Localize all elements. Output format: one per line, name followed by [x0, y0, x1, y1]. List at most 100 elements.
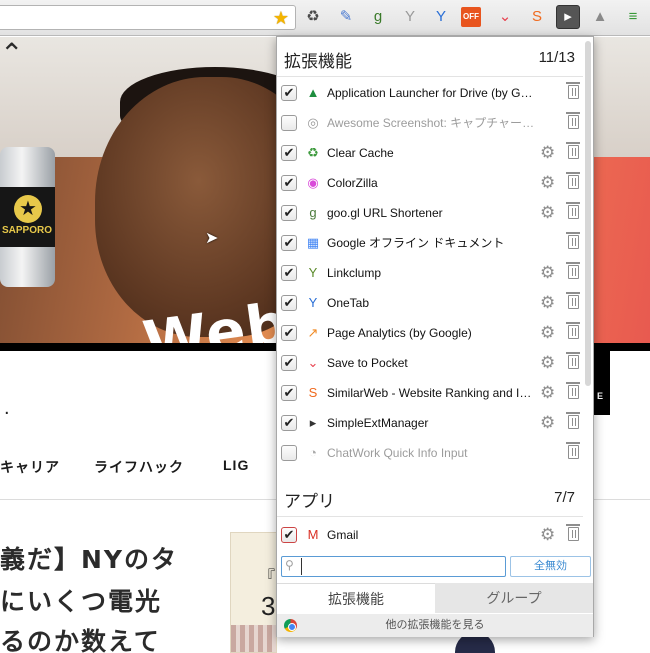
address-bar[interactable]: ★ — [0, 5, 296, 30]
thumbnail-number: 3 — [261, 591, 276, 621]
enable-checkbox[interactable]: ✔ — [281, 205, 297, 221]
extension-row[interactable]: ✔ ◎ Awesome Screenshot: キャプチャー & 注釈 — [277, 108, 583, 138]
bullet-dot: . — [4, 397, 10, 419]
extension-icon: ◉ — [307, 175, 319, 190]
extension-row[interactable]: ✔ g goo.gl URL Shortener ⚙ — [277, 198, 583, 228]
extensions-title: 拡張機能 — [284, 52, 352, 71]
extension-row[interactable]: ✔ ◔ ChatWork Quick Info Input — [277, 438, 583, 468]
article-thumbnail[interactable]: 『 3 — [230, 532, 277, 653]
nav-career[interactable]: キャリア — [0, 457, 60, 477]
trash-icon[interactable] — [566, 292, 580, 309]
can-star-icon: ★ — [14, 195, 42, 223]
bookmark-star-icon[interactable]: ★ — [273, 7, 289, 29]
enable-checkbox[interactable]: ✔ — [281, 527, 297, 543]
shortener-icon[interactable]: g — [368, 7, 388, 27]
extension-row[interactable]: ✔ Y OneTab ⚙ — [277, 288, 583, 318]
more-extensions-label: 他の拡張機能を見る — [385, 619, 485, 631]
gear-icon[interactable]: ⚙ — [540, 413, 555, 433]
extension-name: OneTab — [327, 296, 370, 310]
extension-row[interactable]: ✔ ↗ Page Analytics (by Google) ⚙ — [277, 318, 583, 348]
enable-checkbox[interactable]: ✔ — [281, 115, 297, 131]
extension-row[interactable]: ✔ ▸ SimpleExtManager ⚙ — [277, 408, 583, 438]
enable-checkbox[interactable]: ✔ — [281, 265, 297, 281]
extension-row[interactable]: ✔ ♻ Clear Cache ⚙ — [277, 138, 583, 168]
trash-icon[interactable] — [566, 112, 580, 129]
recycle-icon[interactable]: ♻ — [303, 7, 323, 27]
chrome-menu-icon[interactable]: ≡ — [623, 7, 643, 27]
trash-icon[interactable] — [566, 82, 580, 99]
trash-icon[interactable] — [566, 442, 580, 459]
trash-icon[interactable] — [566, 412, 580, 429]
simpleextmanager-icon[interactable]: ▸ — [556, 5, 580, 29]
extension-row[interactable]: ✔ ▲ Application Launcher for Drive (by Goo… — [277, 78, 583, 108]
drive-icon[interactable]: ▲ — [590, 7, 610, 27]
extension-icon: g — [309, 205, 317, 220]
gear-icon[interactable]: ⚙ — [540, 263, 555, 283]
extension-icon: ♻ — [307, 145, 319, 160]
enable-checkbox[interactable]: ✔ — [281, 445, 297, 461]
extension-row[interactable]: ✔ Y Linkclump ⚙ — [277, 258, 583, 288]
enable-checkbox[interactable]: ✔ — [281, 415, 297, 431]
gear-icon[interactable]: ⚙ — [540, 293, 555, 313]
pocket-icon[interactable]: ⌄ — [495, 7, 515, 27]
gear-icon[interactable]: ⚙ — [540, 353, 555, 373]
trash-icon[interactable] — [566, 262, 580, 279]
extension-row[interactable]: ✔ ▦ Google オフライン ドキュメント — [277, 228, 583, 258]
search-input[interactable] — [301, 558, 501, 575]
extension-name: ChatWork Quick Info Input — [327, 446, 468, 460]
extension-name: Application Launcher for Drive (by Googl… — [327, 86, 537, 100]
enable-checkbox[interactable]: ✔ — [281, 235, 297, 251]
extension-name: Linkclump — [327, 266, 382, 280]
similarweb-icon[interactable]: S — [527, 7, 547, 27]
enable-checkbox[interactable]: ✔ — [281, 175, 297, 191]
extension-row[interactable]: ✔ M Gmail ⚙ — [277, 520, 583, 550]
enable-checkbox[interactable]: ✔ — [281, 325, 297, 341]
thumbnail-pattern — [231, 625, 276, 652]
gear-icon[interactable]: ⚙ — [540, 143, 555, 163]
onetab-icon[interactable]: Y — [431, 7, 451, 27]
enable-checkbox[interactable]: ✔ — [281, 295, 297, 311]
gear-icon[interactable]: ⚙ — [540, 525, 555, 545]
trash-icon[interactable] — [566, 524, 580, 541]
gear-icon[interactable]: ⚙ — [540, 383, 555, 403]
enable-checkbox[interactable]: ✔ — [281, 85, 297, 101]
trash-icon[interactable] — [566, 142, 580, 159]
article-title-line[interactable]: るのか数えて — [0, 622, 161, 653]
extension-row[interactable]: ✔ ⌄ Save to Pocket ⚙ — [277, 348, 583, 378]
extension-name: goo.gl URL Shortener — [327, 206, 443, 220]
apps-header: アプリ 7/7 — [277, 477, 583, 517]
search-box[interactable]: ⚲ — [281, 556, 506, 577]
linkclump-icon[interactable]: Y — [400, 7, 420, 27]
tab-extensions[interactable]: 拡張機能 — [277, 583, 435, 613]
more-extensions-link[interactable]: 他の拡張機能を見る — [277, 614, 593, 637]
extensions-header: 拡張機能 11/13 — [277, 37, 583, 77]
gear-icon[interactable]: ⚙ — [540, 203, 555, 223]
apps-count: 7/7 — [554, 489, 575, 506]
extension-icon: ◎ — [307, 115, 319, 130]
extension-row[interactable]: ✔ ◉ ColorZilla ⚙ — [277, 168, 583, 198]
disable-all-button[interactable]: 全無効 — [510, 556, 591, 577]
gear-icon[interactable]: ⚙ — [540, 323, 555, 343]
nav-lig[interactable]: LIG — [223, 457, 249, 473]
trash-icon[interactable] — [566, 352, 580, 369]
trash-icon[interactable] — [566, 172, 580, 189]
trash-icon[interactable] — [566, 322, 580, 339]
eyedropper-icon[interactable]: ✎ — [336, 7, 356, 27]
trash-icon[interactable] — [566, 232, 580, 249]
page-analytics-icon[interactable]: OFF — [461, 7, 481, 27]
extension-row[interactable]: ✔ S SimilarWeb - Website Ranking and Insig… — [277, 378, 583, 408]
tab-groups[interactable]: グループ — [435, 583, 593, 613]
extension-icon: M — [307, 527, 319, 542]
enable-checkbox[interactable]: ✔ — [281, 355, 297, 371]
trash-icon[interactable] — [566, 202, 580, 219]
article-title-line[interactable]: にいくつ電光 — [0, 582, 162, 618]
popup-scrollbar[interactable] — [585, 41, 591, 386]
gear-icon[interactable]: ⚙ — [540, 173, 555, 193]
trash-icon[interactable] — [566, 382, 580, 399]
enable-checkbox[interactable]: ✔ — [281, 385, 297, 401]
nav-lifehack[interactable]: ライフハック — [94, 457, 184, 477]
enable-checkbox[interactable]: ✔ — [281, 145, 297, 161]
browser-toolbar: ★ ♻ ✎ g Y Y OFF ⌄ S ▸ ▲ ≡ — [0, 0, 650, 36]
beer-can: ★ SAPPORO — [0, 147, 55, 287]
article-title-line[interactable]: 義だ】NYのタ — [0, 540, 178, 576]
